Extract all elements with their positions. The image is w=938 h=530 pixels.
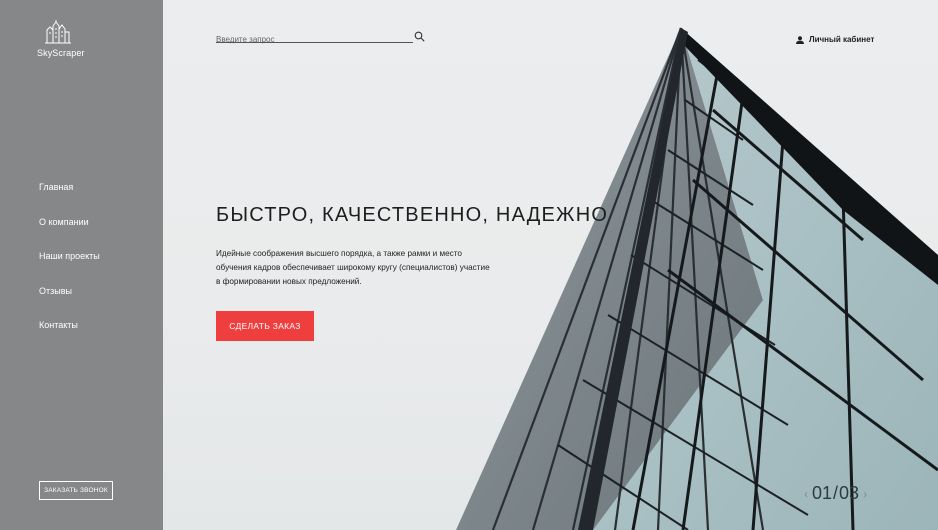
- brand-name: SkyScraper: [37, 48, 85, 58]
- pager-total: 03: [839, 483, 860, 503]
- skyscraper-logo-icon: [45, 20, 71, 44]
- sidebar: SkyScraper Главная О компании Наши проек…: [0, 0, 163, 530]
- user-icon: [796, 35, 804, 44]
- place-order-button[interactable]: СДЕЛАТЬ ЗАКАЗ: [216, 311, 314, 341]
- nav-item-projects[interactable]: Наши проекты: [39, 250, 100, 285]
- pager-separator: /: [833, 483, 839, 503]
- search-input[interactable]: [216, 33, 413, 46]
- account-label: Личный кабинет: [809, 35, 875, 44]
- pager-current: 01: [812, 483, 833, 503]
- request-callback-button[interactable]: ЗАКАЗАТЬ ЗВОНОК: [39, 481, 113, 500]
- search-icon[interactable]: [414, 31, 425, 42]
- account-link[interactable]: Личный кабинет: [796, 35, 874, 44]
- nav-item-about[interactable]: О компании: [39, 216, 100, 251]
- chevron-right-icon[interactable]: ›: [859, 487, 871, 501]
- slide-pager: ‹ 01 / 03 ›: [800, 483, 871, 504]
- logo[interactable]: SkyScraper: [37, 20, 97, 58]
- search-bar: [216, 29, 413, 46]
- hero-headline: БЫСТРО, КАЧЕСТВЕННО, НАДЕЖНО: [216, 204, 609, 226]
- nav-item-contacts[interactable]: Контакты: [39, 319, 100, 354]
- nav-item-home[interactable]: Главная: [39, 181, 100, 216]
- hero-description: Идейные соображения высшего порядка, а т…: [216, 249, 490, 286]
- main-nav: Главная О компании Наши проекты Отзывы К…: [39, 181, 100, 354]
- nav-item-reviews[interactable]: Отзывы: [39, 285, 100, 320]
- chevron-left-icon[interactable]: ‹: [800, 487, 812, 501]
